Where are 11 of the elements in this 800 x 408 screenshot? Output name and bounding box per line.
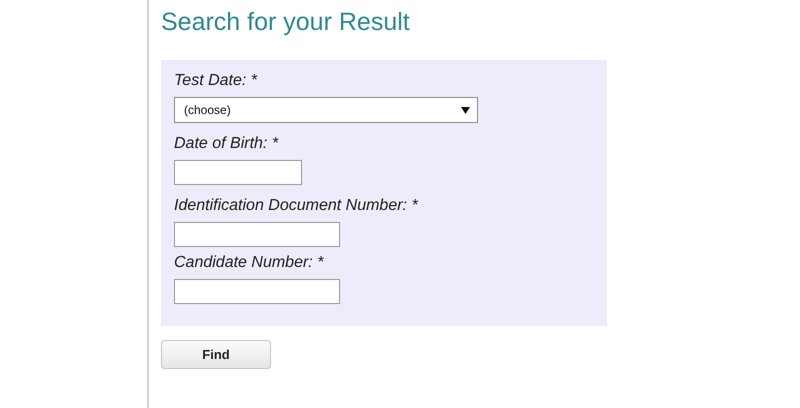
field-label: Candidate Number: *: [174, 253, 324, 273]
field-label: Date of Birth: *: [174, 134, 278, 154]
field-label: Test Date: *: [174, 71, 258, 91]
input-field[interactable]: [174, 279, 340, 304]
input-field[interactable]: [174, 222, 340, 247]
input-field[interactable]: [174, 160, 302, 185]
test-date-dropdown[interactable]: (choose): [174, 97, 478, 123]
page-title: Search for your Result: [161, 7, 411, 38]
find-button[interactable]: Find: [161, 340, 271, 369]
caret-icon: [461, 106, 470, 114]
field-label: Identification Document Number: *: [174, 196, 418, 216]
